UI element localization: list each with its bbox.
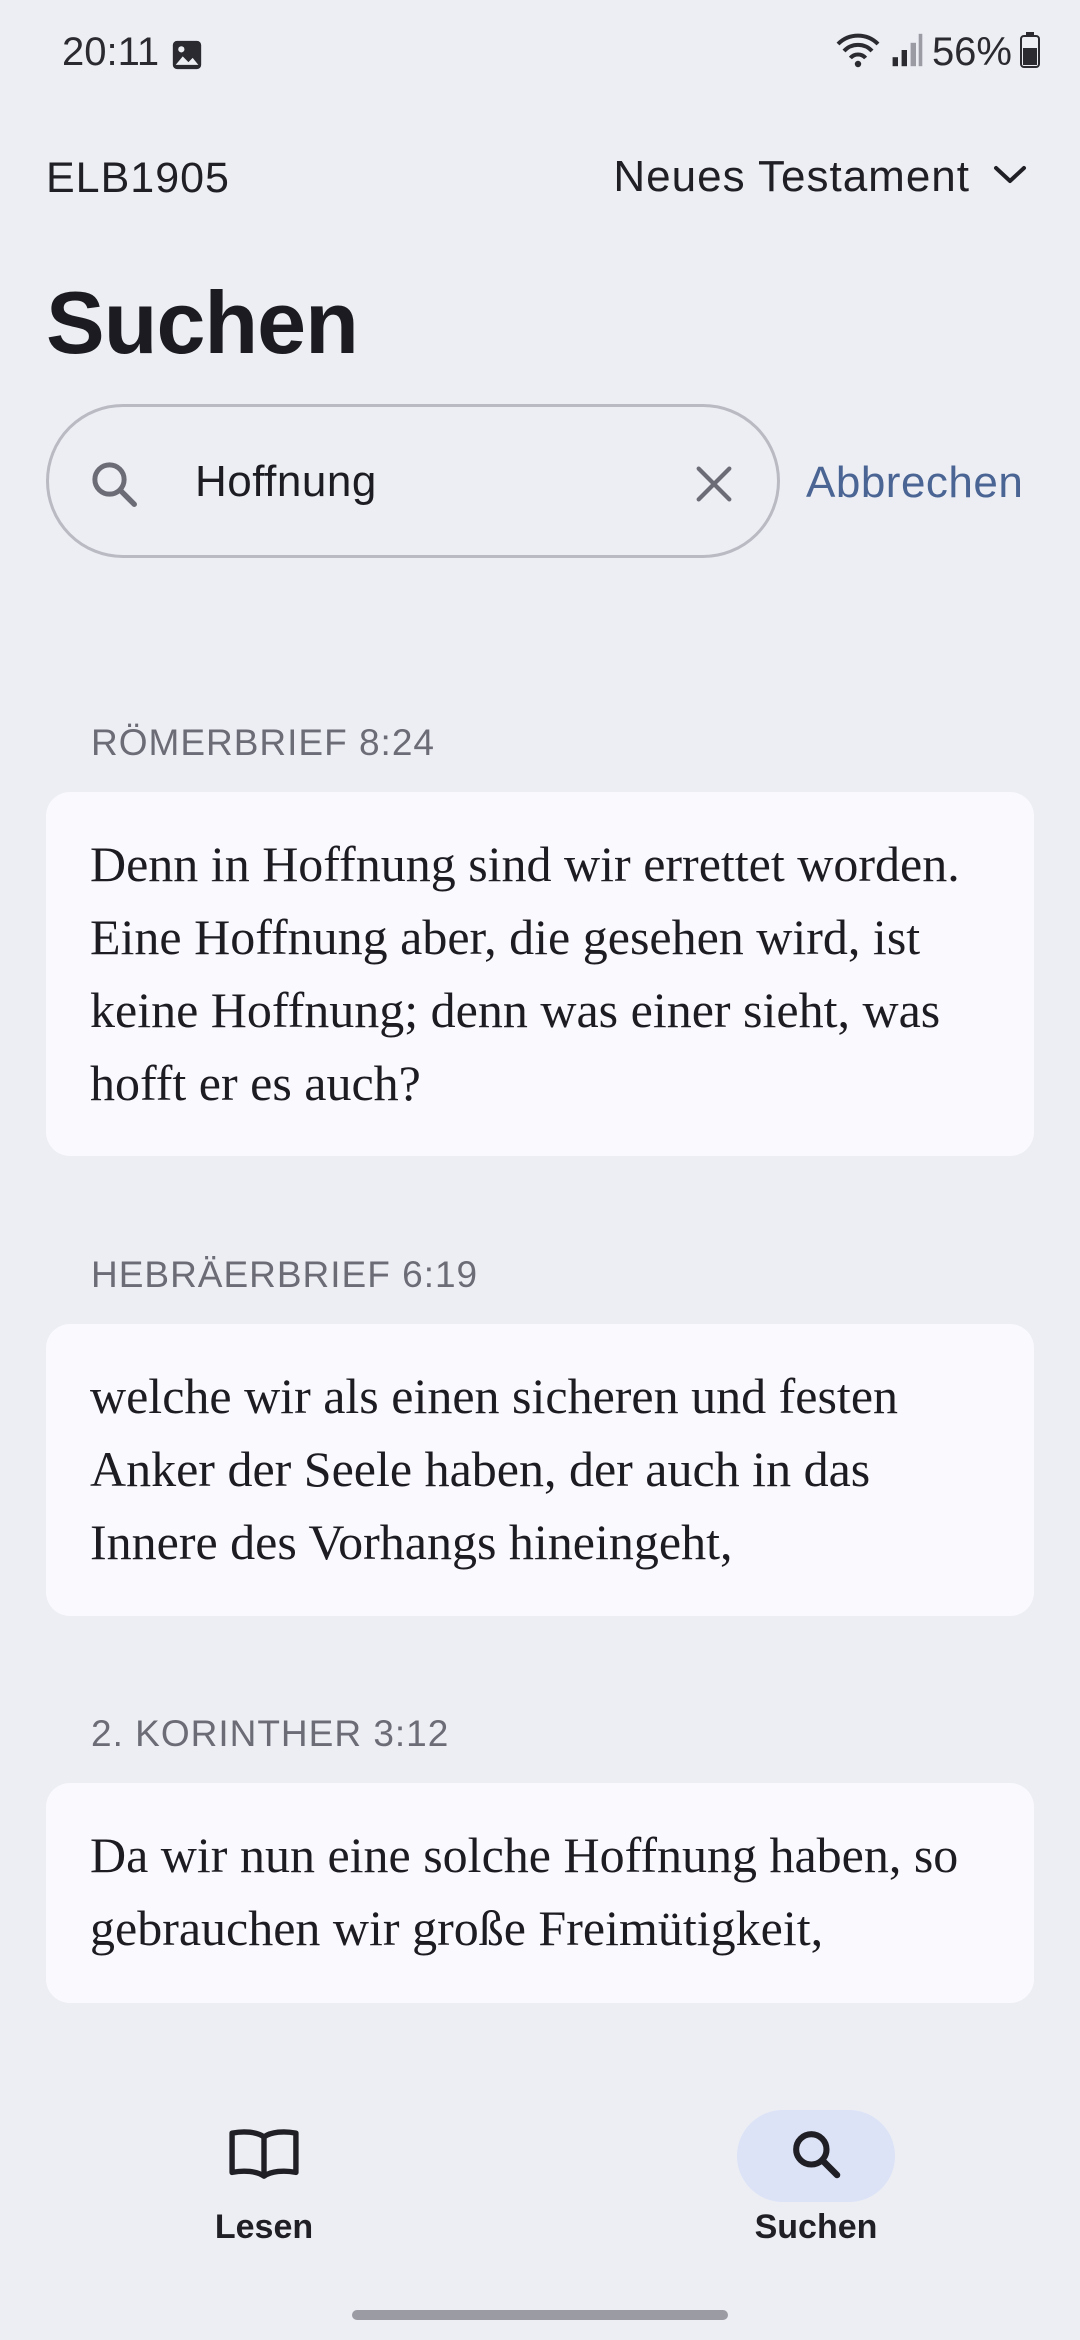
testament-dropdown[interactable]: Neues Testament: [613, 152, 1028, 202]
nav-label-lesen: Lesen: [214, 2208, 314, 2246]
signal-icon: [890, 32, 924, 73]
verse-text: welche wir als einen sicheren und festen…: [90, 1368, 899, 1570]
result-reference: 2. KORINTHER 3:12: [91, 1713, 450, 1754]
book-icon: [227, 2127, 301, 2186]
result-card[interactable]: welche wir als einen sicheren und festen…: [46, 1324, 1034, 1616]
search-field[interactable]: [46, 404, 780, 558]
wifi-icon: [834, 30, 882, 75]
battery-icon: [1020, 32, 1040, 73]
verse-text: Denn in Hoffnung sind wir errettet worde…: [90, 836, 960, 1111]
nav-item-suchen[interactable]: Suchen: [706, 2110, 926, 2247]
testament-label: Neues Testament: [613, 152, 970, 201]
page-title: Suchen: [46, 273, 359, 372]
close-icon[interactable]: [691, 461, 737, 512]
verse-text: Da wir nun eine solche Hoffnung haben, s…: [90, 1827, 959, 1956]
nav-item-lesen[interactable]: Lesen: [154, 2110, 374, 2247]
result-card[interactable]: Denn in Hoffnung sind wir errettet worde…: [46, 792, 1034, 1156]
result-reference: HEBRÄERBRIEF 6:19: [91, 1254, 479, 1295]
cancel-button[interactable]: Abbrechen: [806, 458, 1023, 508]
home-indicator[interactable]: [352, 2310, 728, 2320]
nav-label-suchen: Suchen: [754, 2208, 878, 2246]
nav-pill-lesen: [185, 2110, 343, 2202]
status-time: 20:11: [62, 30, 160, 74]
bottom-navigation: Lesen Suchen: [0, 2080, 1080, 2340]
status-bar: 20:11 56%: [0, 0, 1080, 110]
search-icon: [788, 2126, 844, 2187]
top-app-bar: ELB1905 Neues Testament: [0, 150, 1080, 210]
result-card[interactable]: Da wir nun eine solche Hoffnung haben, s…: [46, 1783, 1034, 2003]
chevron-down-icon: [992, 163, 1028, 192]
search-input[interactable]: [193, 443, 697, 521]
nav-pill-suchen: [737, 2110, 895, 2202]
bible-version-label[interactable]: ELB1905: [46, 154, 230, 203]
battery-percentage: 56%: [931, 30, 1012, 74]
status-indicators: 56%: [834, 30, 1040, 75]
result-reference: RÖMERBRIEF 8:24: [91, 722, 435, 763]
search-icon: [87, 457, 141, 516]
image-icon: [170, 38, 204, 77]
